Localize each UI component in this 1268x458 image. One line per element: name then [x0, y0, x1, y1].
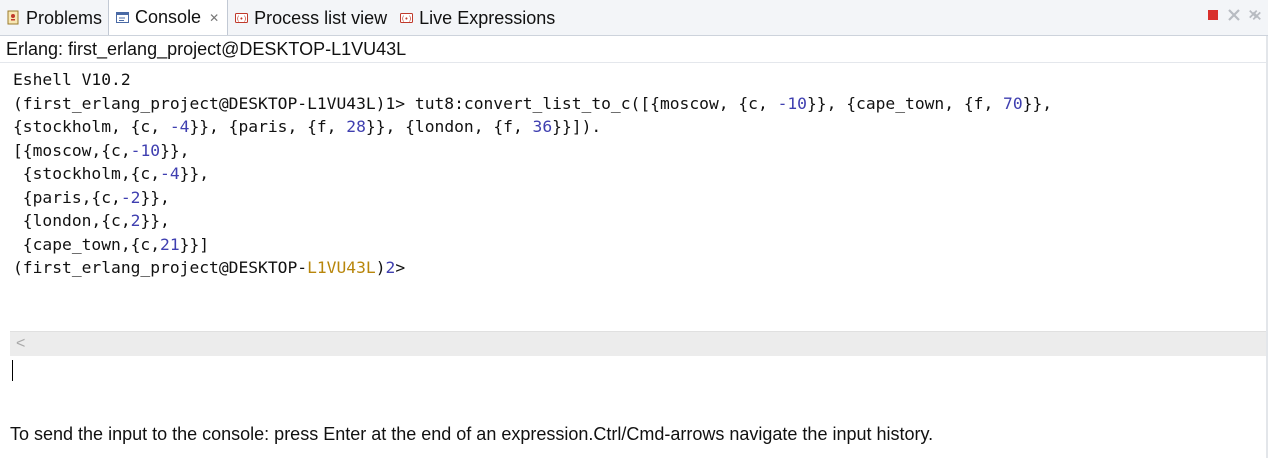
horizontal-scrollbar[interactable]: <	[10, 331, 1268, 356]
console-output: Eshell V10.2 (first_erlang_project@DESKTO…	[13, 68, 1258, 280]
tab-live-expressions[interactable]: (•) Live Expressions	[393, 1, 561, 35]
close-icon[interactable]: ✕	[209, 11, 219, 25]
console-line: {stockholm,{c,-4}},	[13, 164, 210, 183]
tab-label: Process list view	[254, 7, 388, 28]
problems-icon	[6, 10, 22, 26]
console-line: {london,{c,2}},	[13, 211, 170, 230]
console-line: {paris,{c,-2}},	[13, 187, 170, 207]
view-controls	[1206, 8, 1262, 22]
live-expressions-icon: (•)	[399, 10, 415, 26]
tab-problems[interactable]: Problems	[0, 1, 108, 35]
console-description: Erlang: first_erlang_project@DESKTOP-L1V…	[6, 39, 407, 59]
text-caret	[12, 360, 13, 381]
console-input[interactable]	[10, 357, 1268, 417]
process-list-icon: (•)	[234, 10, 250, 26]
divider	[0, 62, 1268, 63]
tab-console[interactable]: Console ✕	[108, 0, 229, 35]
console-line: Eshell V10.2	[13, 70, 131, 89]
tab-label: Live Expressions	[419, 7, 556, 28]
tab-process-list-view[interactable]: (•) Process list view	[228, 1, 393, 35]
remove-all-icon[interactable]	[1248, 8, 1262, 22]
console-line: [{moscow,{c,-10}},	[13, 140, 190, 160]
view-tab-bar: Problems Console ✕ (•) Process list view…	[0, 0, 1268, 36]
console-line: {cape_town,{c,21}}]	[13, 234, 210, 254]
input-hint: To send the input to the console: press …	[10, 424, 934, 444]
svg-text:(•): (•)	[402, 15, 412, 23]
tab-label: Console	[135, 7, 202, 27]
svg-text:(•): (•)	[237, 15, 247, 23]
console-line: {stockholm, {c, -4}}, {paris, {f, 28}}, …	[13, 117, 602, 136]
scroll-left-icon[interactable]: <	[16, 335, 25, 353]
console-line: (first_erlang_project@DESKTOP-L1VU43L)1>…	[13, 93, 1053, 113]
stop-icon[interactable]	[1206, 8, 1220, 22]
console-icon	[115, 10, 131, 26]
tab-label: Problems	[26, 7, 103, 28]
console-line: (first_erlang_project@DESKTOP-L1VU43L)2>	[13, 258, 406, 277]
remove-launch-icon[interactable]	[1227, 8, 1241, 22]
